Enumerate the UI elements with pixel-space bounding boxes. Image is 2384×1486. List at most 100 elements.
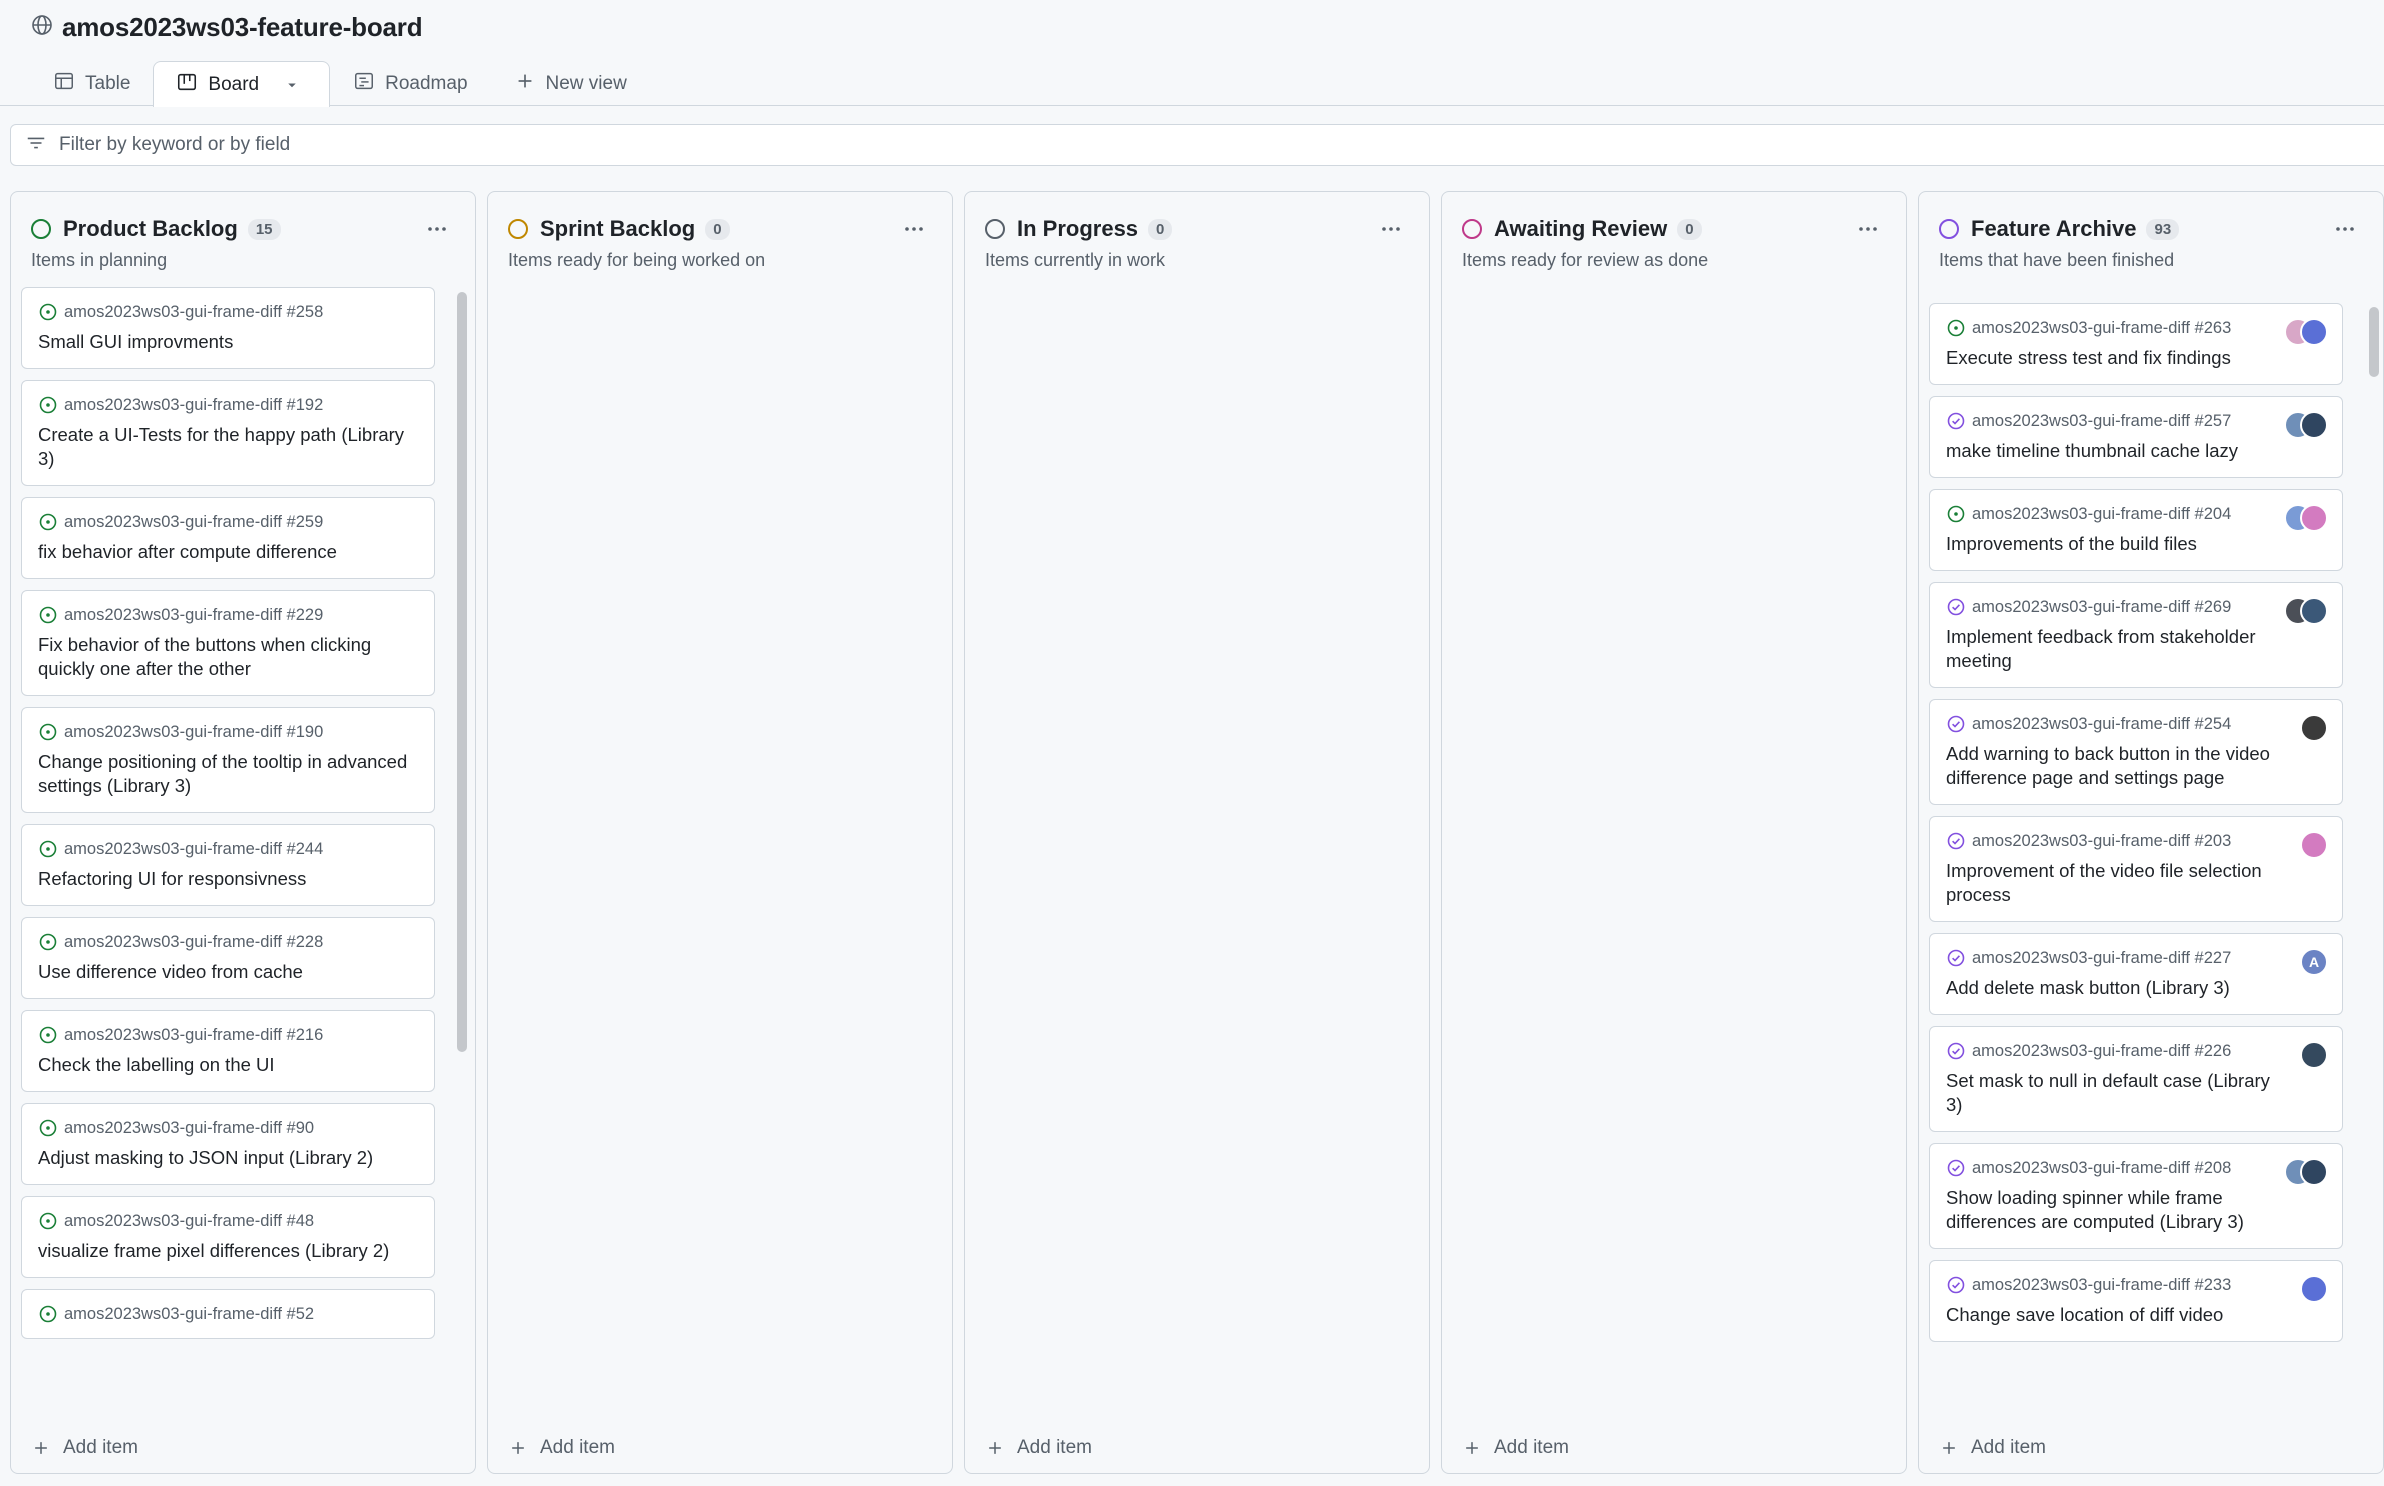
add-item-label: Add item	[1017, 1437, 1092, 1458]
issue-card[interactable]: amos2023ws03-gui-frame-diff #259 fix beha…	[21, 497, 435, 579]
issue-title[interactable]: Change positioning of the tooltip in adv…	[38, 750, 418, 798]
issue-card[interactable]: amos2023ws03-gui-frame-diff #204 Improvem…	[1929, 489, 2343, 571]
board-column: Feature Archive 93 Items that have been …	[1918, 191, 2384, 1474]
tab-roadmap[interactable]: Roadmap	[330, 60, 490, 106]
issue-closed-icon	[1947, 1276, 1965, 1294]
issue-card[interactable]: amos2023ws03-gui-frame-diff #233 Change s…	[1929, 1260, 2343, 1342]
column-menu-button[interactable]	[1850, 214, 1886, 244]
issue-title[interactable]: Execute stress test and fix findings	[1946, 346, 2272, 370]
column-title: In Progress	[1017, 216, 1139, 241]
issue-title[interactable]: Use difference video from cache	[38, 960, 418, 984]
issue-card[interactable]: amos2023ws03-gui-frame-diff #257 make tim…	[1929, 396, 2343, 478]
issue-title[interactable]: Adjust masking to JSON input (Library 2)	[38, 1146, 418, 1170]
card-list	[498, 287, 914, 1412]
board-column: Sprint Backlog 0 Items ready for being w…	[487, 191, 953, 1474]
tab-board[interactable]: Board	[153, 61, 331, 107]
avatar[interactable]	[2300, 504, 2328, 532]
issue-reference: amos2023ws03-gui-frame-diff #226	[1946, 1041, 2272, 1061]
issue-open-icon	[39, 513, 57, 531]
avatar[interactable]	[2300, 1158, 2328, 1186]
issue-title[interactable]: Small GUI improvments	[38, 330, 418, 354]
issue-card[interactable]: amos2023ws03-gui-frame-diff #228 Use diff…	[21, 917, 435, 999]
issue-title[interactable]: Check the labelling on the UI	[38, 1053, 418, 1077]
issue-ref-text: amos2023ws03-gui-frame-diff #269	[1972, 598, 2232, 616]
issue-card[interactable]: amos2023ws03-gui-frame-diff #48 visualize…	[21, 1196, 435, 1278]
issue-card[interactable]: amos2023ws03-gui-frame-diff #192 Create a…	[21, 380, 435, 486]
column-scrollbar[interactable]	[2369, 307, 2379, 377]
issue-title[interactable]: Improvement of the video file selection …	[1946, 859, 2272, 907]
issue-title[interactable]: Change save location of diff video	[1946, 1303, 2272, 1327]
assignee-avatars	[2300, 1041, 2328, 1069]
issue-title[interactable]: Create a UI-Tests for the happy path (Li…	[38, 423, 418, 471]
tab-label: Table	[85, 72, 131, 94]
issue-title[interactable]: Fix behavior of the buttons when clickin…	[38, 633, 418, 681]
add-item-button[interactable]: Add item	[508, 1437, 615, 1459]
issue-card[interactable]: amos2023ws03-gui-frame-diff #216 Check th…	[21, 1010, 435, 1092]
issue-card[interactable]: amos2023ws03-gui-frame-diff #269 Implemen…	[1929, 582, 2343, 688]
assignee-avatars	[2300, 1275, 2328, 1303]
board-column: Product Backlog 15 Items in planning amo…	[10, 191, 476, 1474]
issue-open-icon	[39, 396, 57, 414]
issue-title[interactable]: Implement feedback from stakeholder meet…	[1946, 625, 2272, 673]
column-scrollbar[interactable]	[457, 292, 467, 1052]
column-menu-button[interactable]	[2327, 214, 2363, 244]
issue-card[interactable]: amos2023ws03-gui-frame-diff #227 Add dele…	[1929, 933, 2343, 1015]
assignee-avatars	[2284, 597, 2328, 625]
avatar[interactable]	[2300, 597, 2328, 625]
issue-reference: amos2023ws03-gui-frame-diff #229	[38, 605, 418, 625]
avatar[interactable]: A	[2300, 948, 2328, 976]
filter-input[interactable]	[59, 134, 1659, 156]
tab-table[interactable]: Table	[30, 60, 153, 106]
issue-title[interactable]: Improvements of the build files	[1946, 532, 2272, 556]
add-item-label: Add item	[63, 1437, 138, 1458]
issue-title[interactable]: Add delete mask button (Library 3)	[1946, 976, 2272, 1000]
issue-card[interactable]: amos2023ws03-gui-frame-diff #90 Adjust ma…	[21, 1103, 435, 1185]
add-item-label: Add item	[540, 1437, 615, 1458]
card-list	[1452, 287, 1868, 1412]
issue-card[interactable]: amos2023ws03-gui-frame-diff #52	[21, 1289, 435, 1339]
new-view-button[interactable]: New view	[491, 60, 650, 106]
column-menu-button[interactable]	[1373, 214, 1409, 244]
issue-reference: amos2023ws03-gui-frame-diff #204	[1946, 504, 2272, 524]
issue-ref-text: amos2023ws03-gui-frame-diff #254	[1972, 715, 2232, 733]
column-description: Items ready for being worked on	[508, 250, 766, 270]
issue-title[interactable]: Set mask to null in default case (Librar…	[1946, 1069, 2272, 1117]
issue-reference: amos2023ws03-gui-frame-diff #263	[1946, 318, 2272, 338]
add-item-button[interactable]: Add item	[985, 1437, 1092, 1459]
issue-title[interactable]: visualize frame pixel differences (Libra…	[38, 1239, 418, 1263]
avatar[interactable]	[2300, 1041, 2328, 1069]
issue-card[interactable]: amos2023ws03-gui-frame-diff #226 Set mask…	[1929, 1026, 2343, 1132]
assignee-avatars	[2300, 714, 2328, 742]
add-item-button[interactable]: Add item	[31, 1437, 138, 1459]
add-item-button[interactable]: Add item	[1939, 1437, 2046, 1459]
column-menu-button[interactable]	[896, 214, 932, 244]
column-title: Feature Archive	[1971, 216, 2137, 241]
avatar[interactable]	[2300, 411, 2328, 439]
status-circle-icon	[1939, 219, 1959, 239]
issue-title[interactable]: Add warning to back button in the video …	[1946, 742, 2272, 790]
avatar[interactable]	[2300, 318, 2328, 346]
issue-title[interactable]: Show loading spinner while frame differe…	[1946, 1186, 2272, 1234]
column-menu-button[interactable]	[419, 214, 455, 244]
issue-card[interactable]: amos2023ws03-gui-frame-diff #263 Execute …	[1929, 303, 2343, 385]
issue-title[interactable]: fix behavior after compute difference	[38, 540, 418, 564]
issue-title[interactable]: Refactoring UI for responsivness	[38, 867, 418, 891]
add-item-button[interactable]: Add item	[1462, 1437, 1569, 1459]
issue-card[interactable]: amos2023ws03-gui-frame-diff #258 Small GU…	[21, 287, 435, 369]
avatar[interactable]	[2300, 714, 2328, 742]
issue-card[interactable]: amos2023ws03-gui-frame-diff #244 Refactor…	[21, 824, 435, 906]
view-options-button[interactable]	[277, 70, 307, 100]
issue-ref-text: amos2023ws03-gui-frame-diff #263	[1972, 319, 2232, 337]
issue-reference: amos2023ws03-gui-frame-diff #90	[38, 1118, 418, 1138]
issue-reference: amos2023ws03-gui-frame-diff #227	[1946, 948, 2272, 968]
avatar[interactable]	[2300, 1275, 2328, 1303]
issue-card[interactable]: amos2023ws03-gui-frame-diff #190 Change p…	[21, 707, 435, 813]
issue-card[interactable]: amos2023ws03-gui-frame-diff #229 Fix beha…	[21, 590, 435, 696]
issue-card[interactable]: amos2023ws03-gui-frame-diff #208 Show loa…	[1929, 1143, 2343, 1249]
issue-card[interactable]: amos2023ws03-gui-frame-diff #203 Improvem…	[1929, 816, 2343, 922]
issue-title[interactable]: make timeline thumbnail cache lazy	[1946, 439, 2272, 463]
avatar[interactable]	[2300, 831, 2328, 859]
issue-card[interactable]: amos2023ws03-gui-frame-diff #254 Add warn…	[1929, 699, 2343, 805]
column-count: 0	[1148, 218, 1173, 240]
issue-reference: amos2023ws03-gui-frame-diff #259	[38, 512, 418, 532]
